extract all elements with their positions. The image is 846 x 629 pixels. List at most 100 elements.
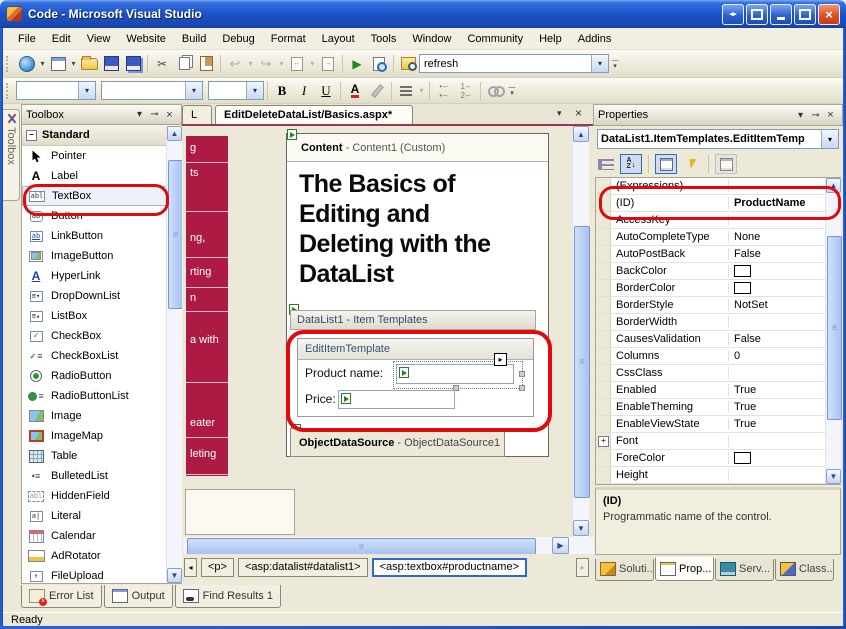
- navigate-backward-dropdown[interactable]: ▾: [308, 59, 317, 68]
- scroll-down-arrow[interactable]: ▼: [573, 520, 589, 536]
- view-in-browser-button[interactable]: [368, 53, 390, 75]
- color-swatch[interactable]: [734, 452, 751, 464]
- document-tab-active[interactable]: EditDeleteDataList/Basics.aspx*: [215, 105, 413, 124]
- toolbox-item-hiddenfield[interactable]: ablHiddenField: [22, 486, 181, 506]
- window-nav-button[interactable]: ◂▸: [722, 4, 744, 25]
- property-value[interactable]: ProductName: [729, 197, 840, 209]
- bottom-tab-find[interactable]: Find Results 1: [175, 585, 281, 608]
- toolbox-item-linkbutton[interactable]: abLinkButton: [22, 226, 181, 246]
- scroll-up-arrow[interactable]: ▲: [167, 126, 182, 141]
- window-float-button[interactable]: [746, 4, 768, 25]
- property-value[interactable]: 0: [729, 350, 840, 362]
- properties-view-icon[interactable]: [655, 154, 677, 174]
- toolbar-overflow-button[interactable]: —▾: [506, 81, 518, 101]
- copy-button[interactable]: [173, 53, 195, 75]
- color-swatch[interactable]: [734, 282, 751, 294]
- maximize-button[interactable]: [794, 4, 816, 25]
- tag-navigator-item-0[interactable]: <p>: [201, 558, 234, 577]
- undo-button[interactable]: ↩: [224, 53, 246, 75]
- add-item-dropdown[interactable]: ▾: [69, 59, 78, 68]
- scrollbar-thumb[interactable]: [168, 160, 183, 309]
- menu-item-edit[interactable]: Edit: [45, 30, 78, 48]
- add-new-item-button[interactable]: [47, 53, 69, 75]
- property-row-maxlength[interactable]: MaxLength0: [596, 484, 840, 485]
- toolbox-item-table[interactable]: Table: [22, 446, 181, 466]
- toolbar-overflow-button[interactable]: —▾: [609, 54, 621, 74]
- property-row-id[interactable]: (ID)ProductName: [596, 195, 840, 212]
- toolbox-item-bulletedlist[interactable]: •≡BulletedList: [22, 466, 181, 486]
- productname-textbox[interactable]: [396, 364, 514, 384]
- toolbox-item-image[interactable]: Image: [22, 406, 181, 426]
- menu-item-build[interactable]: Build: [175, 30, 213, 48]
- toolbar-grip[interactable]: [6, 83, 12, 99]
- find-combobox-arrow[interactable]: ▾: [591, 55, 608, 72]
- toolbox-autohide-tab[interactable]: Toolbox: [3, 109, 20, 201]
- scrollbar-thumb[interactable]: [574, 226, 590, 498]
- scrollbar-thumb[interactable]: [187, 538, 536, 555]
- find-combobox-value[interactable]: refresh: [420, 58, 591, 70]
- toolbox-scrollbar[interactable]: ▲ ▼: [166, 126, 182, 583]
- property-value[interactable]: True: [729, 384, 840, 396]
- save-all-button[interactable]: [122, 53, 144, 75]
- properties-pin-icon[interactable]: ⊸: [808, 110, 823, 121]
- underline-button[interactable]: U: [315, 80, 337, 102]
- tag-scroll-left-icon[interactable]: ◂: [184, 558, 197, 577]
- categorized-icon[interactable]: [595, 154, 617, 174]
- property-row-enableviewstate[interactable]: EnableViewStateTrue: [596, 416, 840, 433]
- start-debugging-button[interactable]: ▶: [346, 53, 368, 75]
- property-row-autopostback[interactable]: AutoPostBackFalse: [596, 246, 840, 263]
- bulleted-list-button[interactable]: •–•–: [433, 80, 455, 102]
- menu-item-format[interactable]: Format: [264, 30, 313, 48]
- property-row-cssclass[interactable]: CssClass: [596, 365, 840, 382]
- menu-item-addins[interactable]: Addins: [571, 30, 619, 48]
- objectdatasource-box[interactable]: ObjectDataSource - ObjectDataSource1: [290, 428, 505, 457]
- toolbox-item-hyperlink[interactable]: AHyperLink: [22, 266, 181, 286]
- design-vertical-scrollbar[interactable]: ▲ ▼: [572, 126, 589, 537]
- panel-tab-sol[interactable]: Soluti...: [595, 559, 654, 581]
- property-row-borderstyle[interactable]: BorderStyleNotSet: [596, 297, 840, 314]
- scroll-down-arrow[interactable]: ▼: [167, 568, 182, 583]
- toolbox-window-menu-icon[interactable]: ▾: [132, 109, 147, 120]
- cut-button[interactable]: ✂: [151, 53, 173, 75]
- toolbox-close-icon[interactable]: ×: [162, 109, 177, 121]
- tag-navigator-item-1[interactable]: <asp:datalist#datalist1>: [238, 558, 368, 577]
- scrollbar-thumb[interactable]: [827, 236, 842, 420]
- property-value[interactable]: False: [729, 333, 840, 345]
- property-value[interactable]: True: [729, 418, 840, 430]
- property-value[interactable]: [729, 282, 840, 294]
- hyperlink-button[interactable]: [484, 80, 506, 102]
- toolbox-item-dropdownlist[interactable]: ≡▾DropDownList: [22, 286, 181, 306]
- toolbox-item-checkbox[interactable]: ✓CheckBox: [22, 326, 181, 346]
- property-row-bordercolor[interactable]: BorderColor: [596, 280, 840, 297]
- toolbox-item-pointer[interactable]: Pointer: [22, 146, 181, 166]
- property-value[interactable]: [729, 452, 840, 464]
- property-pages-icon[interactable]: [715, 154, 737, 174]
- property-row-expressions[interactable]: (Expressions): [596, 178, 840, 195]
- collapse-group-icon[interactable]: −: [26, 130, 37, 141]
- resize-handle[interactable]: [519, 371, 525, 377]
- open-file-button[interactable]: [78, 53, 100, 75]
- close-button[interactable]: ×: [818, 4, 840, 25]
- property-row-forecolor[interactable]: ForeColor: [596, 450, 840, 467]
- close-document-icon[interactable]: ×: [575, 106, 582, 120]
- properties-close-icon[interactable]: ×: [823, 109, 838, 121]
- find-combobox[interactable]: refresh ▾: [419, 54, 609, 73]
- menu-item-website[interactable]: Website: [119, 30, 173, 48]
- property-row-font[interactable]: +Font: [596, 433, 840, 450]
- property-value[interactable]: False: [729, 248, 840, 260]
- menu-item-view[interactable]: View: [80, 30, 118, 48]
- toolbar-grip[interactable]: [6, 56, 12, 72]
- find-in-files-button[interactable]: [397, 53, 419, 75]
- redo-button[interactable]: ↪: [255, 53, 277, 75]
- datalist-header[interactable]: DataList1 - Item Templates: [290, 310, 536, 330]
- design-horizontal-scrollbar[interactable]: ▶: [182, 537, 594, 554]
- edit-item-template-box[interactable]: EditItemTemplate Product name: ▸ Price:: [297, 338, 534, 417]
- property-row-height[interactable]: Height: [596, 467, 840, 484]
- title-bar[interactable]: Code - Microsoft Visual Studio ◂▸ ×: [0, 0, 846, 28]
- design-surface[interactable]: gtsng,rtingna witheaterleting Content - …: [182, 126, 593, 537]
- content-placeholder-header[interactable]: Content - Content1 (Custom): [287, 134, 548, 162]
- property-value[interactable]: None: [729, 231, 840, 243]
- minimize-button[interactable]: [770, 4, 792, 25]
- property-row-columns[interactable]: Columns0: [596, 348, 840, 365]
- document-tab-hidden[interactable]: L: [182, 105, 212, 124]
